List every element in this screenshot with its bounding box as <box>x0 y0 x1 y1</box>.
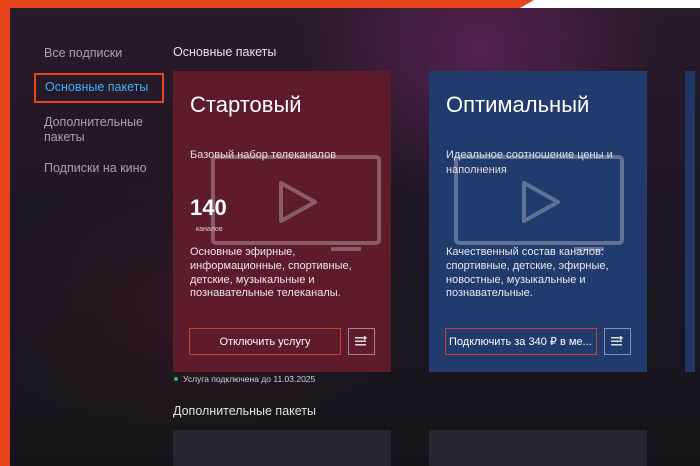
package-subtitle: Идеальное соотношение цены и наполнения <box>446 149 613 176</box>
package-info-button[interactable] <box>604 328 631 355</box>
next-package-card-peek[interactable] <box>685 71 695 372</box>
subscription-status: Услуга подключена до 11.03.2025 <box>173 374 315 384</box>
disable-service-label: Отключить услугу <box>219 335 311 348</box>
channel-count-label: каналов <box>196 226 223 233</box>
package-info-button[interactable] <box>348 328 375 355</box>
sidebar-item-movie-subscriptions[interactable]: Подписки на кино <box>34 157 174 180</box>
sidebar-item-all-subscriptions[interactable]: Все подписки <box>34 42 174 65</box>
package-description: Основные эфирные, информационные, спорти… <box>190 246 352 300</box>
package-name: Стартовый <box>190 92 302 117</box>
subscribe-button[interactable]: Подключить за 340 ₽ в ме... <box>445 328 597 355</box>
section-title-additional: Дополнительные пакеты <box>173 404 316 418</box>
sidebar-item-main-packages[interactable]: Основные пакеты <box>34 73 164 103</box>
additional-package-card[interactable] <box>429 430 647 466</box>
info-list-icon <box>611 336 623 346</box>
info-list-icon <box>355 336 367 346</box>
status-dot-icon <box>174 377 178 381</box>
tv-screen: Все подписки Основные пакеты Дополнитель… <box>10 8 700 466</box>
frame-corner-decoration <box>520 0 700 8</box>
additional-package-card[interactable] <box>173 430 391 466</box>
section-title-main: Основные пакеты <box>173 45 277 59</box>
package-subtitle: Базовый набор телеканалов <box>190 149 337 161</box>
status-text: Услуга подключена до 11.03.2025 <box>183 374 316 384</box>
package-card-starter[interactable]: Стартовый Базовый набор телеканалов 140 … <box>173 71 391 372</box>
sidebar: Все подписки Основные пакеты Дополнитель… <box>34 42 174 188</box>
subscribe-label: Подключить за 340 ₽ в ме... <box>449 336 592 348</box>
sidebar-item-additional-packages[interactable]: Дополнительные пакеты <box>34 111 154 149</box>
package-card-optimal[interactable]: Оптимальный Идеальное соотношение цены и… <box>429 71 647 372</box>
package-name: Оптимальный <box>446 92 590 117</box>
tv-play-icon <box>211 155 381 251</box>
channel-count: 140 <box>190 195 227 220</box>
package-description: Качественный состав каналов: спортивные,… <box>446 246 609 300</box>
disable-service-button[interactable]: Отключить услугу <box>189 328 341 355</box>
